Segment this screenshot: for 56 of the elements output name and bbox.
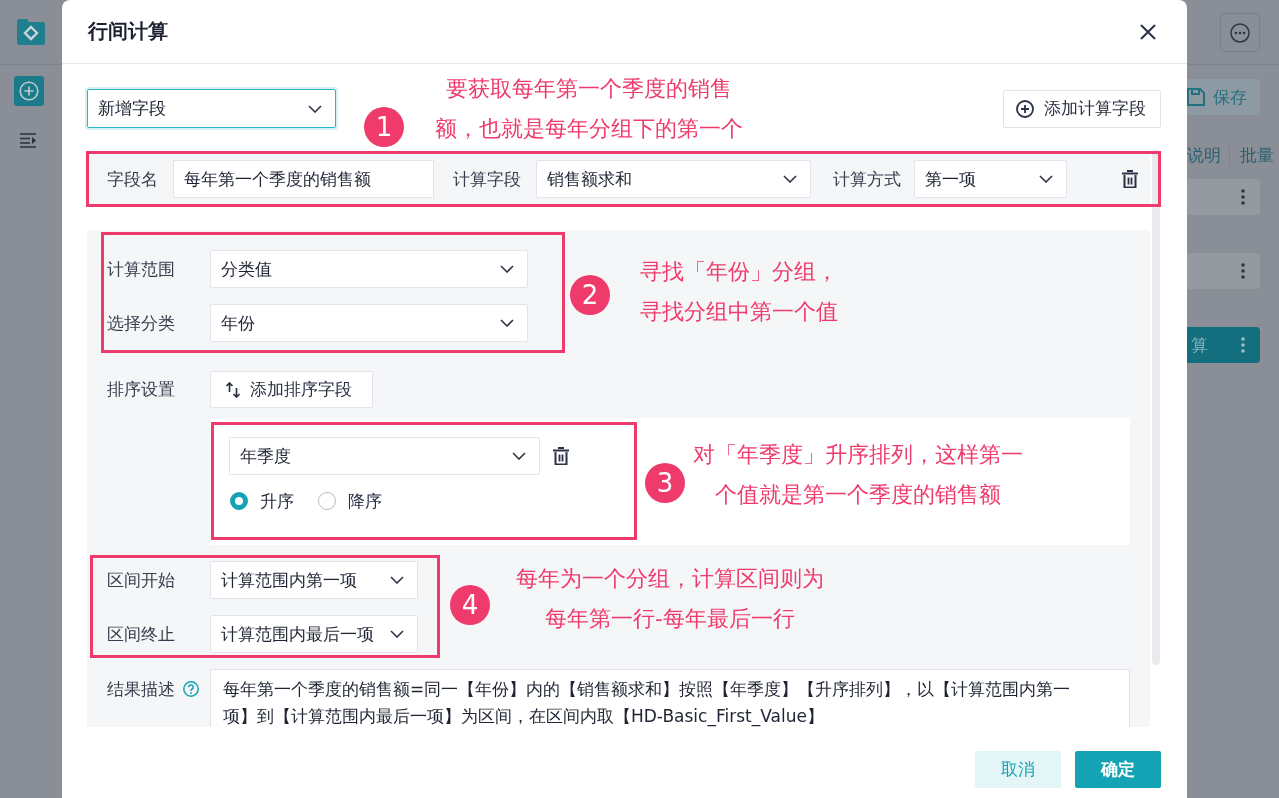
select-field[interactable]: 计算范围内第一项 xyxy=(210,561,418,599)
radio-icon[interactable] xyxy=(318,492,336,510)
select-field[interactable]: 新增字段 xyxy=(87,89,336,128)
chevron-down-icon xyxy=(512,452,526,460)
trash-icon[interactable] xyxy=(1122,170,1138,188)
field-label: 区间开始 xyxy=(107,568,176,592)
chevron-down-icon xyxy=(308,104,322,113)
add-field-button[interactable]: 添加计算字段 xyxy=(1003,89,1161,128)
select-field[interactable]: 销售额求和 xyxy=(536,160,811,198)
chevron-down-icon xyxy=(500,265,514,273)
save-icon xyxy=(1187,88,1205,106)
dialog-title: 行间计算 xyxy=(88,18,168,45)
list-icon[interactable] xyxy=(20,133,37,148)
help-icon[interactable] xyxy=(183,681,199,697)
more-button[interactable] xyxy=(1220,13,1260,52)
plus-circle-icon xyxy=(19,81,39,101)
annotation-text: 要获取每年第一个季度的销售额，也就是每年分组下的第一个 xyxy=(434,75,744,143)
annotation-text: 对「年季度」升序排列，这样第一个值就是第一个季度的销售额 xyxy=(692,441,1024,509)
trash-icon[interactable] xyxy=(553,447,569,465)
input-field[interactable]: 每年第一个季度的销售额 xyxy=(173,160,434,198)
select-field[interactable]: 计算范围内最后一项 xyxy=(210,615,418,653)
folder-icon xyxy=(17,19,45,45)
chevron-down-icon xyxy=(390,630,404,638)
radio-option[interactable]: 降序 xyxy=(318,489,382,513)
field-label: 计算字段 xyxy=(453,167,521,191)
sort-icon xyxy=(225,381,241,398)
plus-circle-icon xyxy=(1016,99,1034,118)
kebab-icon[interactable] xyxy=(1241,189,1245,205)
field-label: 字段名 xyxy=(107,167,158,191)
chevron-down-icon xyxy=(390,576,404,584)
field-label: 结果描述 xyxy=(107,677,175,701)
chevron-down-icon xyxy=(500,319,514,327)
field-label: 区间终止 xyxy=(107,622,176,646)
step-marker: 1 xyxy=(364,107,404,147)
chevron-down-icon xyxy=(783,175,797,183)
chevron-down-icon xyxy=(1039,175,1053,183)
field-label: 计算范围 xyxy=(107,257,176,281)
kebab-icon[interactable] xyxy=(1241,263,1245,279)
field-label: 计算方式 xyxy=(833,167,901,191)
field-label: 选择分类 xyxy=(107,311,176,335)
close-button[interactable] xyxy=(1140,23,1156,40)
description-field[interactable]: 每年第一个季度的销售额=同一【年份】内的【销售额求和】按照【年季度】【升序排列】，以【计算范围内第一项】到【计算范围内最后一项】为区间，在区间内取【HD-Basic_First_Value】 xyxy=(210,669,1130,727)
close-icon xyxy=(1140,23,1156,40)
add-sort-button[interactable]: 添加排序字段 xyxy=(210,371,373,408)
add-button[interactable] xyxy=(14,76,44,106)
select-field[interactable]: 年季度 xyxy=(229,437,540,475)
select-field[interactable]: 第一项 xyxy=(914,160,1067,198)
annotation-text: 每年为一个分组，计算区间则为每年第一行-每年最后一行 xyxy=(515,565,825,633)
kebab-icon[interactable] xyxy=(1241,337,1245,353)
annotation-text: 寻找「年份」分组，寻找分组中第一个值 xyxy=(640,258,839,326)
select-field[interactable]: 年份 xyxy=(210,304,528,342)
field-label: 排序设置 xyxy=(107,378,176,401)
radio-icon[interactable] xyxy=(230,492,248,510)
ellipsis-icon xyxy=(1230,22,1250,43)
radio-option[interactable]: 升序 xyxy=(230,489,294,513)
select-field[interactable]: 分类值 xyxy=(210,250,528,288)
